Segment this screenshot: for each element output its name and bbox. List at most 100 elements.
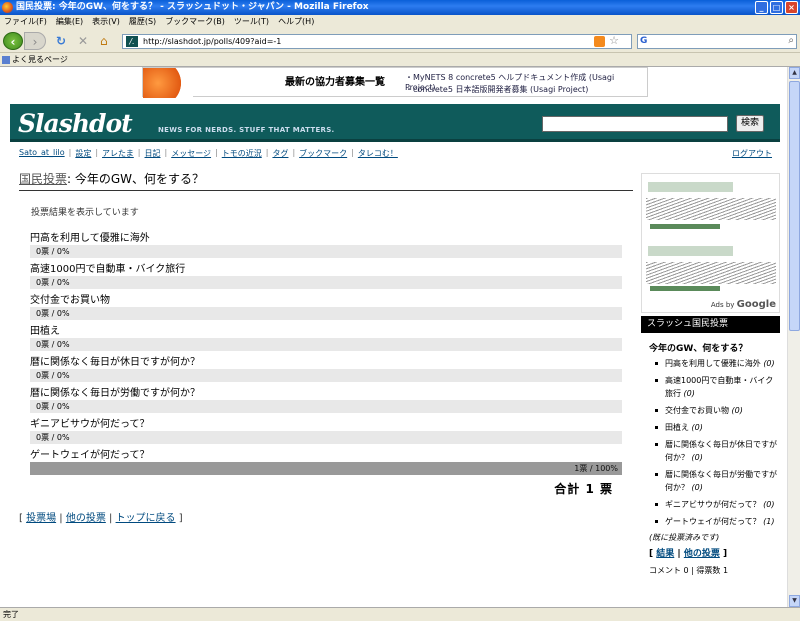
- sidebar-poll-label: ギニアビサウが何だって？: [665, 500, 761, 509]
- other-polls-link[interactable]: 他の投票: [66, 513, 106, 524]
- page-title: 国民投票: 今年のGW、何をする？: [19, 170, 633, 191]
- banner-link-2[interactable]: ・concrete5 日本語版開発者募集 (Usagi Project): [405, 84, 588, 95]
- banner-heading: 最新の協力者募集一覧: [285, 77, 385, 88]
- nav-journal[interactable]: 日記: [145, 148, 161, 159]
- result-bar: 0票 / 0%: [30, 400, 622, 413]
- ads-by-google[interactable]: Ads by Google: [711, 299, 776, 310]
- sidebar: Ads by Google スラッシュ国民投票 今年のGW、何をする？ 円高を利…: [641, 173, 780, 576]
- sidebar-poll-label: 暦に関係なく毎日が休日ですが何か？: [665, 440, 777, 462]
- ad-text: [646, 262, 776, 284]
- menu-bookmarks[interactable]: ブックマーク(B): [165, 15, 225, 29]
- sidebar-poll-count: (1): [763, 517, 775, 526]
- reload-icon[interactable]: ↻: [56, 32, 66, 50]
- poll-option: 高速1000円で自動車・バイク旅行 0票 / 0%: [30, 263, 622, 289]
- site-tagline: NEWS FOR NERDS. STUFF THAT MATTERS.: [158, 126, 335, 134]
- menu-view[interactable]: 表示(V): [92, 15, 120, 29]
- results-notice: 投票結果を表示しています: [31, 208, 139, 218]
- banner-ad[interactable]: 最新の協力者募集一覧 ・MyNETS 8 concrete5 ヘルプドキュメント…: [142, 67, 648, 98]
- ad-title[interactable]: [648, 182, 733, 192]
- ad-url[interactable]: [650, 224, 720, 229]
- status-text: 完了: [3, 610, 19, 619]
- vote-total: 合計 1 票: [554, 482, 613, 496]
- back-to-top-link[interactable]: トップに戻る: [116, 513, 176, 524]
- logout-link[interactable]: ログアウト: [732, 148, 772, 159]
- site-logo[interactable]: Slashdot: [18, 109, 133, 138]
- nav-settings[interactable]: 設定: [75, 148, 91, 159]
- close-button[interactable]: ×: [785, 1, 798, 14]
- address-bar[interactable]: /. http://slashdot.jp/polls/409?aid=-1 ☆: [122, 34, 632, 49]
- nav-messages[interactable]: メッセージ: [171, 148, 211, 159]
- user-link[interactable]: Sato_at_lilo: [19, 148, 65, 159]
- result-bar: 0票 / 0%: [30, 307, 622, 320]
- ads-by-label: Ads by: [710, 301, 735, 309]
- ad-title[interactable]: [648, 246, 733, 256]
- nav-friends[interactable]: トモの近況: [222, 148, 262, 159]
- result-text: 0票 / 0%: [36, 340, 70, 349]
- poll-option: 暦に関係なく毎日が労働ですが何か？ 0票 / 0%: [30, 387, 622, 413]
- option-label: ギニアビサウが何だって？: [30, 419, 150, 430]
- sidebar-poll-item: 暦に関係なく毎日が労働ですが何か？ (0): [655, 468, 780, 494]
- menu-edit[interactable]: 編集(E): [56, 15, 83, 29]
- sidebar-poll-count: (0): [691, 453, 703, 462]
- sidebar-poll-item: 暦に関係なく毎日が休日ですが何か？ (0): [655, 438, 780, 464]
- bookmarks-toolbar: よく見るページ: [0, 53, 800, 67]
- option-label: 田植え: [30, 326, 60, 337]
- option-label: 暦に関係なく毎日が休日ですが何か？: [30, 357, 200, 368]
- sidebar-poll-label: ゲートウェイが何だって？: [665, 517, 761, 526]
- site-search-button[interactable]: 検索: [736, 115, 764, 132]
- sidebar-poll-item: ギニアビサウが何だって？ (0): [655, 498, 780, 511]
- nav-tags[interactable]: タグ: [272, 148, 288, 159]
- bookmark-most-visited[interactable]: よく見るページ: [12, 55, 68, 64]
- sidebar-poll-label: 高速1000円で自動車・バイク旅行: [665, 376, 774, 398]
- other-polls-sidebar-link[interactable]: 他の投票: [684, 549, 720, 559]
- menu-help[interactable]: ヘルプ(H): [278, 15, 314, 29]
- sidebar-poll-label: 円高を利用して優雅に海外: [665, 359, 761, 368]
- search-box[interactable]: G ⌕: [637, 34, 797, 49]
- menu-file[interactable]: ファイル(F): [4, 15, 47, 29]
- result-text: 0票 / 0%: [36, 278, 70, 287]
- stop-icon[interactable]: ✕: [78, 32, 88, 50]
- poll-option: ギニアビサウが何だって？ 0票 / 0%: [30, 418, 622, 444]
- back-button[interactable]: ‹: [3, 32, 23, 50]
- forward-button[interactable]: ›: [24, 32, 46, 50]
- option-label: ゲートウェイが何だって？: [30, 450, 150, 461]
- sidebar-poll-header: スラッシュ国民投票: [641, 316, 780, 333]
- user-nav: Sato_at_lilo | 設定 | アレたま | 日記 | メッセージ | トモの近況…: [19, 148, 398, 159]
- home-icon[interactable]: ⌂: [100, 32, 108, 50]
- rss-icon[interactable]: [594, 36, 605, 47]
- sidebar-poll-item: ゲートウェイが何だって？ (1): [655, 515, 780, 528]
- poll-section-link[interactable]: 国民投票: [19, 172, 67, 186]
- result-bar: 0票 / 0%: [30, 276, 622, 289]
- ad-url[interactable]: [650, 286, 720, 291]
- results-link[interactable]: 結果: [656, 549, 674, 559]
- scroll-thumb[interactable]: [789, 81, 800, 331]
- sidebar-poll-count: (0): [691, 423, 703, 432]
- vote-booth-link[interactable]: 投票場: [26, 513, 56, 524]
- scroll-up-button[interactable]: ▲: [789, 67, 800, 79]
- google-ads[interactable]: Ads by Google: [641, 173, 780, 313]
- menu-history[interactable]: 履歴(S): [129, 15, 156, 29]
- page-viewport: 最新の協力者募集一覧 ・MyNETS 8 concrete5 ヘルプドキュメント…: [0, 67, 787, 607]
- sidebar-poll-list: 円高を利用して優雅に海外 (0) 高速1000円で自動車・バイク旅行 (0) 交…: [655, 357, 780, 528]
- sidebar-poll-title: 今年のGW、何をする？: [649, 344, 748, 354]
- option-label: 高速1000円で自動車・バイク旅行: [30, 264, 186, 275]
- google-icon: G: [640, 36, 648, 46]
- menu-tools[interactable]: ツール(T): [234, 15, 269, 29]
- maximize-button[interactable]: □: [770, 1, 783, 14]
- vertical-scrollbar[interactable]: ▲ ▼: [787, 67, 800, 607]
- sidebar-poll: 今年のGW、何をする？ 円高を利用して優雅に海外 (0) 高速1000円で自動車…: [641, 333, 780, 576]
- nav-bookmarks[interactable]: ブックマーク: [299, 148, 347, 159]
- result-text: 0票 / 0%: [36, 433, 70, 442]
- nav-aretama[interactable]: アレたま: [102, 148, 134, 159]
- sidebar-poll-label: 田植え: [665, 423, 689, 432]
- sidebar-poll-count: (0): [763, 359, 775, 368]
- scroll-down-button[interactable]: ▼: [789, 595, 800, 607]
- minimize-button[interactable]: _: [755, 1, 768, 14]
- sidebar-poll-item: 高速1000円で自動車・バイク旅行 (0): [655, 374, 780, 400]
- nav-submit[interactable]: タレコむ！: [358, 148, 398, 159]
- bookmark-star-icon[interactable]: ☆: [609, 34, 619, 47]
- firefox-icon: [2, 2, 13, 13]
- search-icon[interactable]: ⌕: [788, 35, 794, 46]
- site-search-input[interactable]: [542, 116, 728, 132]
- result-text: 0票 / 0%: [36, 247, 70, 256]
